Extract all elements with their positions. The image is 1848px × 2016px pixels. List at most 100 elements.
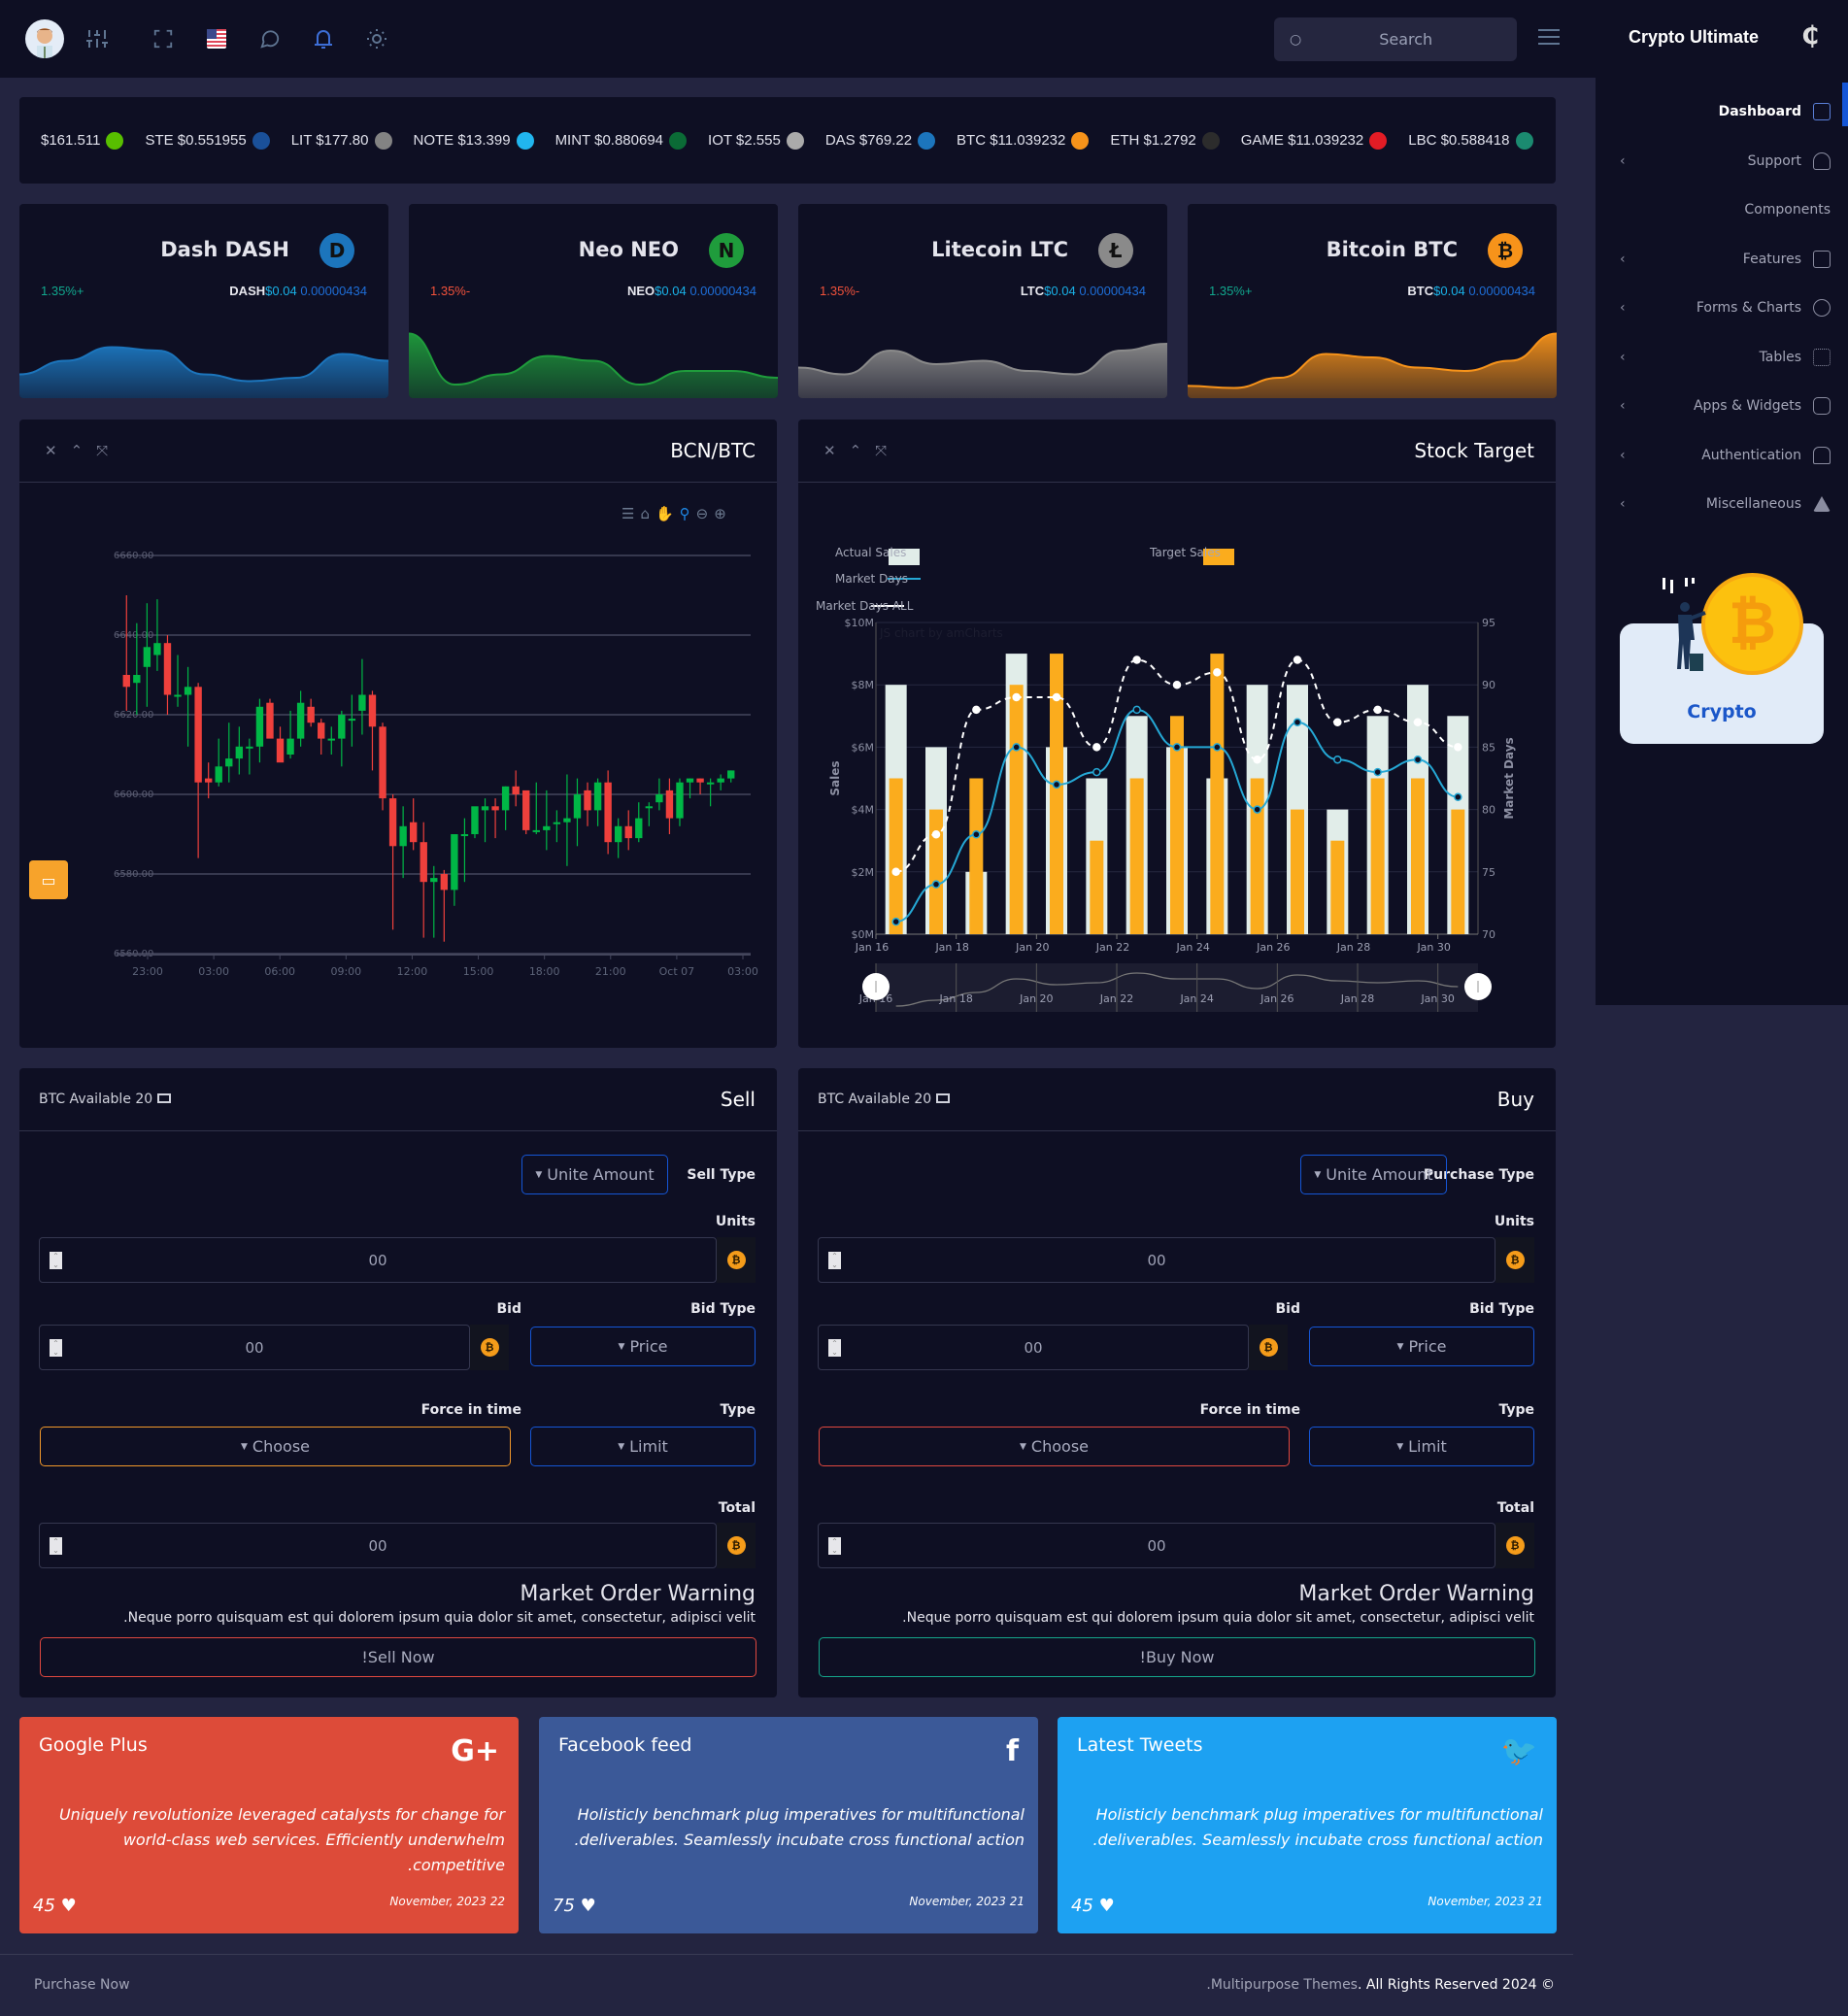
coin-card-ltc[interactable]: Litecoin LTC Ł 1.35%- LTC$0.04 0.0000043…	[798, 204, 1167, 398]
fullscreen-icon[interactable]	[148, 23, 179, 54]
iota-icon	[786, 131, 804, 150]
bid-input[interactable]: ⌃ ⌄ 00	[39, 1325, 470, 1370]
sidebar-item-apps-widgets[interactable]: ‹ Apps & Widgets	[1602, 382, 1840, 431]
purchase-now-link[interactable]: Purchase Now	[34, 1977, 130, 1993]
top-bar: ○ Search	[0, 0, 1596, 78]
ticker-item[interactable]: LBC $0.588418	[1408, 131, 1533, 150]
spinner-icon[interactable]: ⌃ ⌄	[828, 1339, 841, 1357]
sun-icon[interactable]	[361, 23, 392, 54]
sidebar-item-authentication[interactable]: ‹ Authentication	[1602, 431, 1840, 481]
expand-icon[interactable]: ⤧	[96, 442, 108, 459]
force-select[interactable]: ▼ Choose	[819, 1427, 1290, 1466]
avatar[interactable]	[25, 19, 64, 58]
candle	[624, 825, 632, 839]
ticker-item[interactable]: STE $0.551955	[145, 131, 270, 150]
bid-type-select[interactable]: ▼ Price	[530, 1327, 756, 1366]
btc-addon: ₿	[470, 1325, 509, 1370]
ticker-item[interactable]: IOT $2.555	[708, 131, 804, 150]
collapse-icon[interactable]: ⌃	[850, 442, 862, 459]
bell-icon[interactable]	[308, 23, 339, 54]
brand-logo-icon[interactable]: ₵	[1797, 21, 1824, 54]
bar-target-sales	[1451, 809, 1465, 934]
likes[interactable]: 45 ♥	[1071, 1896, 1115, 1916]
close-icon[interactable]: ✕	[823, 442, 836, 459]
candle	[215, 766, 222, 783]
scrollbar-tick-label: Jan 22	[1099, 992, 1133, 1005]
sidebar-nav: Dashboard ‹ Support Components ‹ Features …	[1602, 87, 1840, 529]
likes[interactable]: 75 ♥	[553, 1896, 596, 1916]
sliders-icon[interactable]	[82, 23, 113, 54]
coin-icon: D	[319, 233, 354, 268]
warning-title: Market Order Warning	[1298, 1582, 1534, 1606]
neo-icon	[106, 131, 124, 150]
bid-input[interactable]: ⌃ ⌄ 00	[818, 1325, 1249, 1370]
data-point	[972, 830, 981, 839]
x-tick-label: 03:00	[727, 965, 758, 978]
ticker-item[interactable]: ETH $1.2792	[1110, 131, 1220, 150]
sidebar-item-forms-charts[interactable]: ‹ Forms & Charts	[1602, 284, 1840, 333]
sidebar-item-features[interactable]: ‹ Features	[1602, 235, 1840, 285]
bid-type-select[interactable]: ▼ Price	[1309, 1327, 1534, 1366]
expand-icon[interactable]: ⤧	[875, 442, 887, 459]
force-select[interactable]: ▼ Choose	[40, 1427, 511, 1466]
order-type-select[interactable]: ▼ Limit	[530, 1427, 756, 1466]
ticker-item[interactable]: DAS $769.22	[825, 131, 936, 150]
company-link[interactable]: .Multipurpose Themes	[1206, 1977, 1358, 1993]
candle	[255, 706, 264, 747]
candlestick-chart[interactable]: 6660.006640.006620.006600.006580.006560.…	[19, 497, 777, 1041]
ticker-item[interactable]: GAME $11.039232	[1241, 131, 1388, 150]
ticker-item[interactable]: $161.511	[41, 131, 124, 150]
close-icon[interactable]: ✕	[45, 442, 57, 459]
ticker-item[interactable]: BTC $11.039232	[957, 131, 1090, 150]
coin-change: 1.35%-	[820, 284, 860, 298]
y2-tick-label: 80	[1482, 804, 1495, 817]
search-input[interactable]: ○ Search	[1274, 17, 1517, 61]
social-card-google-plus[interactable]: Google Plus G+ Uniquely revolutionize le…	[19, 1717, 519, 1933]
social-card-facebook[interactable]: Facebook feed f Holisticly benchmark plu…	[539, 1717, 1038, 1933]
chat-icon[interactable]	[254, 23, 286, 54]
spinner-icon[interactable]: ⌃ ⌄	[50, 1252, 62, 1269]
coin-card-neo[interactable]: Neo NEO N 1.35%- NEO$0.04 0.00000434	[409, 204, 778, 398]
type-select[interactable]: ▼ Unite Amount	[1300, 1155, 1447, 1194]
type-select[interactable]: ▼ Unite Amount	[521, 1155, 668, 1194]
total-input[interactable]: ⌃ ⌄ 00	[39, 1523, 717, 1568]
candle	[122, 675, 130, 688]
coin-card-dash[interactable]: Dash DASH D 1.35%+ DASH$0.04 0.00000434	[19, 204, 388, 398]
stock-target-chart[interactable]: Actual Sales Target Sales Market Days Marke…	[798, 484, 1556, 1047]
ticker-item[interactable]: LIT $177.80	[291, 131, 392, 150]
spinner-icon[interactable]: ⌃ ⌄	[50, 1339, 62, 1357]
sidebar-item-miscellaneous[interactable]: ‹ Miscellaneous	[1602, 480, 1840, 529]
sidebar-item-components[interactable]: Components	[1602, 185, 1840, 235]
sell-now-button[interactable]: !Sell Now	[40, 1637, 756, 1677]
theme-toggle-button[interactable]: ▭	[29, 860, 68, 899]
spinner-icon[interactable]: ⌃ ⌄	[50, 1537, 62, 1555]
sparkline-area	[409, 333, 778, 398]
likes[interactable]: 45 ♥	[33, 1896, 77, 1916]
flag-us-icon[interactable]	[201, 23, 232, 54]
collapse-icon[interactable]: ⌃	[71, 442, 84, 459]
menu-toggle-icon[interactable]	[1538, 29, 1560, 47]
candle	[491, 806, 499, 811]
sidebar-item-dashboard[interactable]: Dashboard	[1602, 87, 1840, 137]
sidebar-item-support[interactable]: ‹ Support	[1602, 137, 1840, 186]
candle	[358, 694, 366, 711]
candle	[522, 790, 530, 830]
units-input[interactable]: ⌃ ⌄ 00	[818, 1237, 1495, 1283]
spinner-icon[interactable]: ⌃ ⌄	[828, 1537, 841, 1555]
order-type-select[interactable]: ▼ Limit	[1309, 1427, 1534, 1466]
total-input[interactable]: ⌃ ⌄ 00	[818, 1523, 1495, 1568]
candle	[430, 878, 438, 883]
units-input[interactable]: ⌃ ⌄ 00	[39, 1237, 717, 1283]
ticker-item[interactable]: MINT $0.880694	[555, 131, 688, 150]
sidebar-item-tables[interactable]: ‹ Tables	[1602, 333, 1840, 383]
candle	[593, 782, 602, 811]
candle	[246, 746, 253, 749]
coin-card-btc[interactable]: Bitcoin BTC ₿ 1.35%+ BTC$0.04 0.00000434	[1188, 204, 1557, 398]
social-card-twitter[interactable]: Latest Tweets 🐦 Holisticly benchmark plu…	[1058, 1717, 1557, 1933]
y-tick-label: $6M	[852, 741, 875, 754]
ticker-item[interactable]: NOTE $13.399	[414, 131, 534, 150]
bitcoin-illustration-icon: ₿	[1701, 573, 1803, 675]
spinner-icon[interactable]: ⌃ ⌄	[828, 1252, 841, 1269]
bar-target-sales	[969, 778, 984, 934]
buy-now-button[interactable]: !Buy Now	[819, 1637, 1535, 1677]
